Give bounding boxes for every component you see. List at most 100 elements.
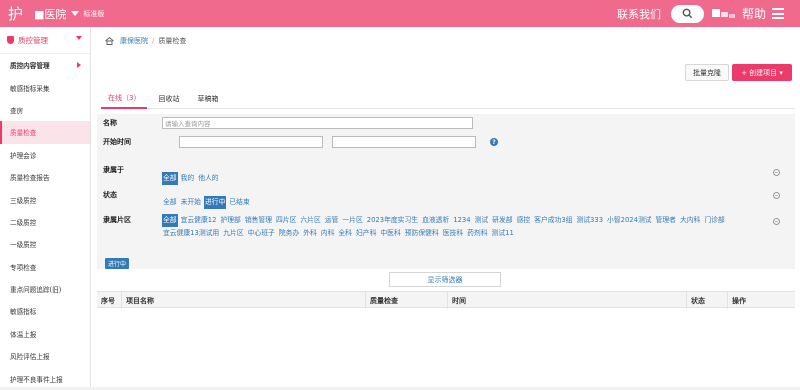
sidebar-item-label: 护理不良事件上报 [10, 375, 63, 384]
tab[interactable]: 草稿箱 [190, 89, 225, 109]
sidebar: 质控管理 质控内容管理 敏感指标采集 查房 质量检查 护理会诊质量检查报告 三级质控二级质… [0, 27, 91, 387]
filter-option[interactable]: 他人的 [197, 172, 219, 185]
sidebar-item[interactable]: 一级质控 [0, 233, 90, 255]
batch-clone-button[interactable]: 批量克隆 [685, 64, 729, 81]
filter-option[interactable]: 全部 [162, 196, 178, 209]
sidebar-item[interactable]: 敏感指标采集 [0, 76, 90, 98]
filter-option[interactable]: 妇产科 [355, 227, 377, 240]
filter-option[interactable]: 大内科 [679, 214, 701, 227]
name-search-input[interactable]: 请输入查询内容 [162, 117, 473, 129]
col-time: 时间 [448, 292, 687, 309]
collapse-icon[interactable]: − [773, 192, 780, 199]
name-label: 名称 [103, 119, 117, 127]
filter-panel: 名称 请输入查询内容 开始时间 ? 隶属于 全部 我的 他人的 − 状态 全部 未开始… [97, 114, 795, 269]
filter-option[interactable]: 宜云健康13测试用 [162, 227, 220, 240]
filter-option[interactable]: 运管 [324, 214, 340, 227]
sidebar-item[interactable]: 体温上报 [0, 323, 90, 345]
filter-option[interactable]: 进行中 [203, 196, 227, 209]
breadcrumb-current: 质量检查 [158, 37, 187, 45]
show-filter-button[interactable]: 显示筛选器 [389, 272, 501, 287]
sidebar-item[interactable]: 质量检查 [0, 121, 90, 144]
sidebar-item[interactable]: 敏感指标 [0, 300, 90, 322]
sidebar-section-quality-control[interactable]: 质控管理 [0, 27, 90, 54]
sidebar-item[interactable]: 查房 [0, 99, 90, 121]
filter-option[interactable]: 宜云健康12 [180, 214, 218, 227]
tab[interactable]: 回收站 [151, 89, 186, 109]
sidebar-item[interactable]: 专项检查 [0, 256, 90, 278]
sidebar-item-label: 专项检查 [10, 263, 37, 272]
filter-option[interactable]: 四片区 [275, 214, 297, 227]
collapse-icon[interactable]: − [773, 169, 780, 176]
filter-option[interactable]: 中心班子 [247, 227, 276, 240]
search-button[interactable] [670, 4, 704, 23]
start-time-from-input[interactable] [179, 136, 323, 148]
filter-option[interactable]: 已结束 [228, 196, 250, 209]
sidebar-item[interactable]: 二级质控 [0, 211, 90, 233]
sidebar-item[interactable]: 护理会诊 [0, 144, 90, 166]
sidebar-item-label: 重点问题追踪(旧) [10, 286, 62, 295]
filter-option[interactable]: 全部 [162, 214, 178, 227]
hospital-selector[interactable]: ■医院 标准版 [34, 6, 104, 22]
filter-option[interactable]: 研发部 [491, 214, 513, 227]
help-link[interactable]: 帮助 [742, 5, 766, 22]
filter-option[interactable]: 销售管理 [244, 214, 273, 227]
filter-option[interactable]: 预防保健科 [404, 227, 440, 240]
home-icon[interactable] [105, 37, 114, 45]
filter-option[interactable]: 1234 [452, 214, 471, 227]
filter-option[interactable]: 门诊部 [703, 214, 725, 227]
menu-icon[interactable] [772, 8, 784, 19]
filter-option[interactable]: 全科 [337, 227, 353, 240]
collapse-icon[interactable]: − [773, 218, 780, 225]
filter-option[interactable]: 六片区 [299, 214, 321, 227]
filter-option[interactable]: 测试333 [575, 214, 604, 227]
filter-option[interactable]: 中医科 [379, 227, 401, 240]
filter-option[interactable]: 外科 [302, 227, 318, 240]
breadcrumb: 康保医院 / 质量检查 [105, 36, 186, 46]
col-project-name: 项目名称 [122, 292, 366, 309]
top-bar: 护 ■医院 标准版 联系我们 帮助 [0, 0, 800, 27]
filter-option[interactable]: 全部 [162, 172, 178, 185]
filter-option[interactable]: 客户成功3组 [533, 214, 573, 227]
filter-option[interactable]: 血液透析 [421, 214, 450, 227]
main-content: 康保医院 / 质量检查 批量克隆 + 创建项目 ▾ 在线（3） 回收站 草稿箱 名称… [91, 27, 800, 387]
filter-option[interactable]: 管理者 [655, 214, 677, 227]
filter-option[interactable]: 护理部 [219, 214, 241, 227]
chevron-down-icon [76, 36, 82, 40]
create-project-button[interactable]: + 创建项目 ▾ [732, 64, 792, 81]
active-filter-tag[interactable]: 进行中 [105, 258, 130, 269]
sidebar-item-label: 质量检查报告 [10, 174, 50, 183]
belong-options: 全部 我的 他人的 [162, 172, 762, 185]
sidebar-item[interactable]: 三级质控 [0, 188, 90, 210]
tab[interactable]: 在线（3） [101, 89, 148, 109]
table-header: 序号 项目名称 质量检查 时间 状态 操作 [97, 291, 795, 309]
filter-option[interactable]: 未开始 [180, 196, 202, 209]
filter-option[interactable]: 九片区 [222, 227, 244, 240]
status-options: 全部 未开始 进行中 已结束 [162, 196, 762, 209]
sidebar-item-label: 三级质控 [10, 196, 37, 205]
filter-option[interactable]: 院务办 [278, 227, 300, 240]
breadcrumb-hospital[interactable]: 康保医院 [120, 36, 148, 46]
filter-option[interactable]: 药剂科 [466, 227, 488, 240]
sidebar-item[interactable]: 质控内容管理 [0, 54, 90, 76]
filter-option[interactable]: 一片区 [341, 214, 363, 227]
help-icon[interactable]: ? [490, 138, 498, 146]
filter-option[interactable]: 我的 [180, 172, 196, 185]
filter-option[interactable]: 2023年度实习生 [366, 214, 419, 227]
chevron-right-icon [77, 62, 81, 69]
sidebar-item[interactable]: 风险评估上报 [0, 345, 90, 367]
filter-option[interactable]: 小智2024测试 [606, 214, 653, 227]
filter-option[interactable]: 测试11 [491, 227, 515, 240]
filter-option[interactable]: 感控 [516, 214, 532, 227]
filter-option[interactable]: 测试 [474, 214, 490, 227]
sidebar-item[interactable]: 质量检查报告 [0, 166, 90, 188]
filter-option[interactable]: 内科 [320, 227, 336, 240]
contact-us-link[interactable]: 联系我们 [617, 6, 661, 22]
status-label: 状态 [103, 191, 117, 199]
user-avatar[interactable] [711, 7, 736, 21]
col-quality-check: 质量检查 [366, 292, 448, 309]
sidebar-section-label: 质控管理 [18, 35, 48, 45]
filter-option[interactable]: 医技科 [442, 227, 464, 240]
start-time-to-input[interactable] [332, 136, 476, 148]
search-icon [682, 8, 693, 19]
sidebar-item[interactable]: 重点问题追踪(旧) [0, 278, 90, 300]
